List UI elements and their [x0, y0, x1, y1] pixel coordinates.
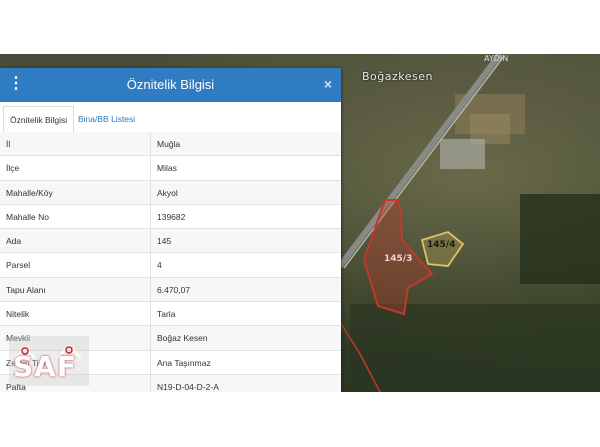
row-key: Ada [6, 236, 22, 247]
parcel-other-label: 145/4 [427, 240, 456, 250]
close-icon[interactable]: × [324, 76, 332, 92]
row-value: Akyol [157, 187, 178, 198]
table-row: Tapu Alanı 6.470,07 [0, 277, 341, 303]
row-key: Tapu Alanı [6, 284, 46, 295]
tab-attributes[interactable]: Öznitelik Bilgisi [3, 106, 75, 134]
panel-title: Öznitelik Bilgisi [126, 77, 215, 92]
tab-bar: Öznitelik Bilgisi Bina/BB Listesi [0, 102, 341, 134]
row-key: Mahalle No [6, 211, 49, 222]
table-row: Mahalle No 139682 [0, 204, 341, 230]
road-label: AYDIN [484, 54, 509, 63]
row-value: N19-D-04-D-2-A [157, 381, 219, 392]
parcel-selected-label: 145/3 [384, 254, 413, 264]
tab-building-list[interactable]: Bina/BB Listesi [72, 106, 141, 132]
table-row: İl Muğla [0, 132, 341, 157]
table-row: Parsel 4 [0, 253, 341, 278]
panel-header: ⋮ Öznitelik Bilgisi × [0, 68, 341, 102]
row-value: 145 [157, 236, 172, 247]
watermark-logo: SAF [9, 336, 89, 386]
row-value: 6.470,07 [157, 284, 191, 295]
table-row: Mahalle/Köy Akyol [0, 180, 341, 205]
logo-text: SAF [13, 350, 77, 383]
row-key: Mahalle/Köy [6, 187, 53, 198]
row-key: Nitelik [6, 309, 30, 320]
row-value: 139682 [157, 211, 186, 222]
table-row: Ada 145 [0, 229, 341, 254]
row-value: Muğla [157, 139, 181, 149]
row-value: Milas [157, 163, 177, 174]
row-value: 4 [157, 260, 162, 271]
table-row: İlçe Milas [0, 156, 341, 181]
screen: Boğazkesen AYDIN 145/3 145/4 ⋮ Öznitelik… [0, 54, 600, 392]
place-label: Boğazkesen [362, 70, 433, 83]
table-row: Nitelik Tarla [0, 302, 341, 327]
row-value: Ana Taşınmaz [157, 357, 211, 368]
row-key: İlçe [6, 163, 20, 174]
row-value: Tarla [157, 309, 176, 320]
row-key: Parsel [6, 260, 31, 271]
row-value: Boğaz Kesen [157, 333, 208, 344]
row-key: İl [6, 139, 11, 149]
